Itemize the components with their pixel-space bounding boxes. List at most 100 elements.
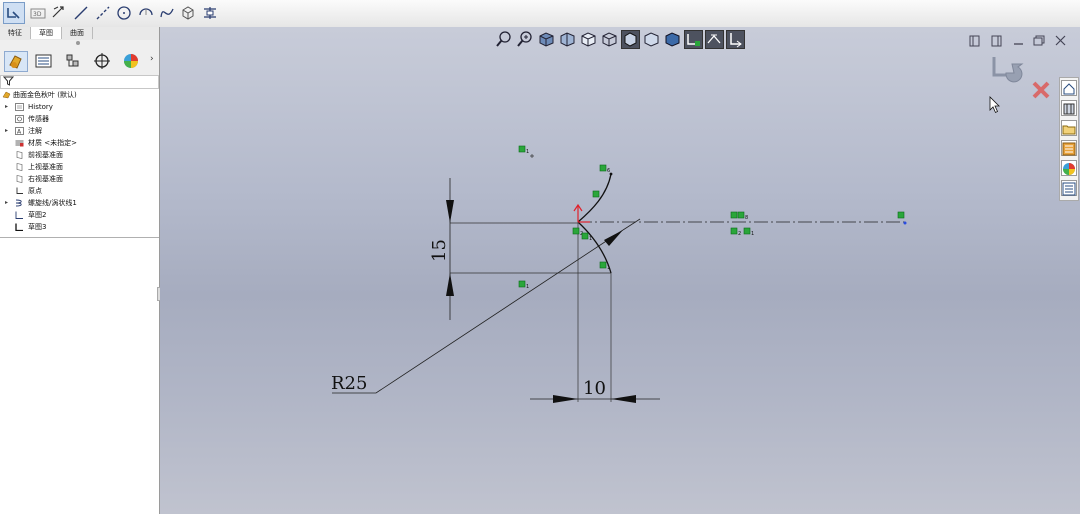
history-icon: [15, 103, 24, 111]
3d-sketch-icon: 3D: [30, 8, 46, 19]
chevron-right-icon[interactable]: ›: [150, 54, 154, 64]
expand-arrow-icon[interactable]: ▸: [5, 197, 8, 209]
upper-spline[interactable]: [577, 173, 612, 223]
origin-icon: [16, 187, 23, 194]
circle-icon: [117, 6, 131, 20]
tree-item-label: 右视基准面: [28, 175, 63, 183]
dimension-15-label[interactable]: 15: [429, 239, 450, 262]
tree-item-label: 注解: [28, 127, 42, 135]
dimension-r25-label[interactable]: R25: [331, 373, 367, 394]
point-marker[interactable]: [530, 154, 534, 158]
sketch-toolbar: 3D: [0, 0, 1080, 28]
display-manager-tab[interactable]: [119, 51, 143, 72]
dimxpert-icon: [94, 53, 110, 69]
panel-grip[interactable]: [0, 40, 159, 48]
tree-item-label: History: [28, 103, 53, 111]
plane-icon: [16, 175, 23, 183]
tree-item-label: 传感器: [28, 115, 49, 123]
relation-marker[interactable]: 1: [518, 280, 529, 290]
sensor-icon: [15, 115, 24, 123]
relation-marker[interactable]: 21: [730, 227, 754, 237]
tree-item-label: 螺旋线/涡状线1: [28, 199, 77, 207]
relation-marker[interactable]: [592, 190, 600, 198]
dimension-arrow: [446, 200, 454, 223]
svg-text:1: 1: [526, 284, 529, 290]
cube-icon: [182, 6, 194, 20]
line-button[interactable]: [70, 2, 92, 24]
tree-item-label: 草图3: [28, 223, 47, 231]
tree-item-label: 草图2: [28, 211, 47, 219]
svg-text:1: 1: [607, 265, 610, 271]
dimension-arrow: [446, 273, 454, 296]
arc-icon: [139, 8, 153, 16]
plane-icon: [16, 151, 23, 159]
svg-text:1: 1: [589, 236, 592, 242]
centerline-icon: [96, 6, 110, 20]
material-icon: [15, 140, 24, 147]
relation-marker[interactable]: 8: [730, 211, 748, 221]
display-manager-icon: [124, 54, 138, 68]
circle-button[interactable]: [113, 2, 135, 24]
tab-sketch[interactable]: 草图: [31, 27, 62, 39]
relation-marker[interactable]: 1: [599, 261, 610, 271]
svg-text:8: 8: [745, 215, 748, 221]
tab-surfaces[interactable]: 曲面: [62, 27, 93, 39]
spline-button[interactable]: [156, 2, 178, 24]
centerline-button[interactable]: [92, 2, 114, 24]
property-manager-tab[interactable]: [32, 51, 56, 72]
tree-item-label: 前视基准面: [28, 151, 63, 159]
dimension-10-label[interactable]: 10: [583, 378, 606, 399]
configuration-manager-icon: [66, 54, 79, 67]
dimension-arrow: [611, 395, 636, 403]
svg-text:1: 1: [526, 149, 529, 155]
dimxpert-tab[interactable]: [90, 51, 114, 72]
plane-button[interactable]: [177, 2, 199, 24]
sketch-icon: [15, 211, 23, 219]
plane-icon: [16, 163, 23, 171]
svg-text:6: 6: [607, 168, 610, 174]
dimension-arrow: [604, 230, 623, 246]
configuration-manager-tab[interactable]: [61, 51, 85, 72]
tree-item-label: 曲面金色秋叶 (默认): [13, 91, 77, 99]
feature-manager-icon: [9, 55, 22, 69]
sketch-canvas: 15 10 R25 1 6 2 1 1 1 8 21: [331, 145, 907, 403]
filter-field[interactable]: [0, 75, 159, 89]
3d-sketch-button[interactable]: 3D: [27, 2, 49, 24]
exit-sketch-icon: [7, 8, 20, 19]
part-icon: [2, 91, 11, 99]
annotation-icon: A: [15, 127, 24, 135]
exit-sketch-button[interactable]: [3, 2, 25, 24]
smart-dimension-icon: [52, 6, 64, 18]
sketch-icon: [15, 223, 23, 231]
arc-button[interactable]: [135, 2, 157, 24]
smart-dimension-button[interactable]: [48, 2, 70, 24]
trim-icon: [204, 7, 216, 19]
helix-icon: [15, 199, 22, 207]
dimension-arrow: [553, 395, 578, 403]
spline-icon: [160, 8, 174, 18]
relation-marker[interactable]: 6: [599, 164, 610, 174]
expand-arrow-icon[interactable]: ▸: [5, 125, 8, 137]
tree-item-label: 上视基准面: [28, 163, 63, 171]
svg-text:1: 1: [751, 231, 754, 237]
manager-icon-bar: ›: [0, 48, 159, 76]
svg-text:3D: 3D: [33, 11, 42, 18]
property-manager-icon: [35, 54, 52, 68]
tree-item-label: 原点: [28, 187, 42, 195]
line-icon: [74, 6, 88, 20]
feature-manager-tab[interactable]: [4, 51, 28, 72]
tree-item-label: 材质 <未指定>: [28, 139, 77, 147]
relation-marker[interactable]: [897, 211, 905, 219]
radius-leader-extension: [622, 218, 641, 231]
centerline-endpoint[interactable]: [903, 221, 907, 225]
trim-button[interactable]: [199, 2, 221, 24]
tab-features[interactable]: 特征: [0, 27, 31, 39]
radius-leader: [332, 229, 624, 394]
panel-divider: [0, 237, 159, 238]
filter-icon: [3, 76, 14, 86]
feature-manager-panel: 特征 草图 曲面 › 曲面金色秋叶 (默认) ▸ History 传感器 ▸ A…: [0, 27, 160, 514]
expand-arrow-icon[interactable]: ▸: [5, 101, 8, 113]
graphics-area[interactable]: 15 10 R25 1 6 2 1 1 1 8 21: [160, 27, 1080, 514]
svg-text:2: 2: [738, 231, 741, 237]
relation-marker[interactable]: 1: [518, 145, 529, 155]
